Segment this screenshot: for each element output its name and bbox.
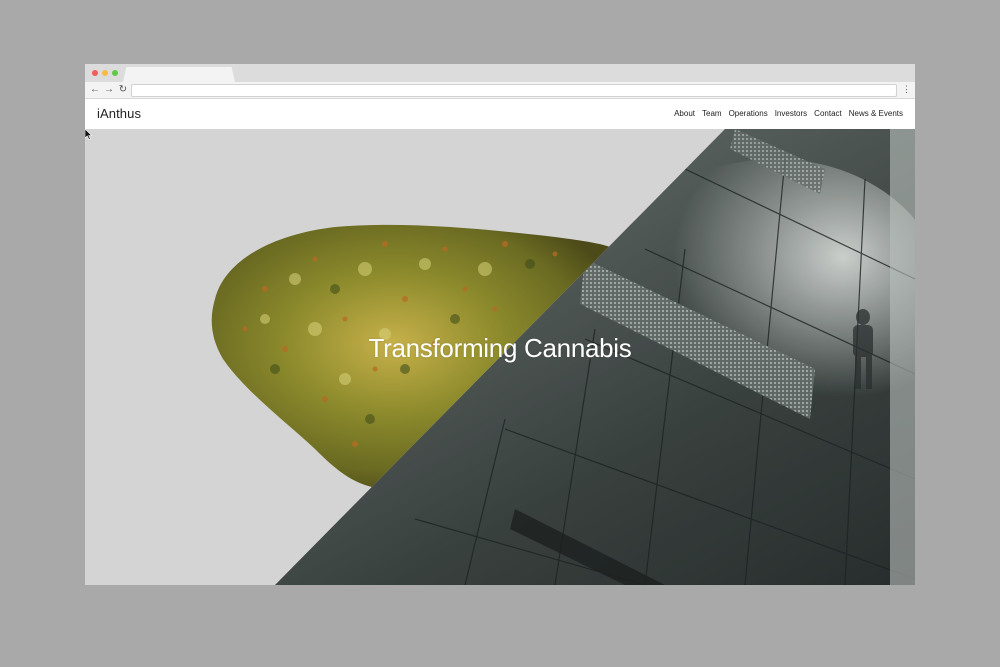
vertical-ellipsis-icon[interactable]: ⋮ bbox=[902, 83, 911, 96]
nav-investors[interactable]: Investors bbox=[775, 109, 807, 118]
site-logo[interactable]: iAnthus bbox=[97, 106, 141, 121]
forward-arrow-icon[interactable]: → bbox=[103, 83, 115, 96]
hero-headline: Transforming Cannabis bbox=[368, 333, 632, 363]
minimize-window-icon[interactable] bbox=[102, 70, 108, 76]
close-window-icon[interactable] bbox=[92, 70, 98, 76]
site-header: iAnthus About Team Operations Investors … bbox=[85, 99, 915, 129]
nav-about[interactable]: About bbox=[674, 109, 695, 118]
address-bar[interactable] bbox=[131, 84, 897, 97]
nav-news-events[interactable]: News & Events bbox=[849, 109, 903, 118]
browser-tab[interactable] bbox=[123, 67, 235, 82]
browser-toolbar: ← → ↻ ⋮ bbox=[85, 82, 915, 99]
nav-contact[interactable]: Contact bbox=[814, 109, 842, 118]
browser-window: ← → ↻ ⋮ iAnthus About Team Operations In… bbox=[85, 64, 915, 585]
main-nav: About Team Operations Investors Contact … bbox=[674, 109, 903, 118]
reload-icon[interactable]: ↻ bbox=[117, 83, 129, 96]
nav-team[interactable]: Team bbox=[702, 109, 722, 118]
mouse-cursor-icon bbox=[85, 129, 93, 140]
maximize-window-icon[interactable] bbox=[112, 70, 118, 76]
hero-section: Transforming Cannabis bbox=[85, 129, 915, 585]
back-arrow-icon[interactable]: ← bbox=[89, 83, 101, 96]
nav-operations[interactable]: Operations bbox=[729, 109, 768, 118]
tab-strip bbox=[85, 64, 915, 82]
